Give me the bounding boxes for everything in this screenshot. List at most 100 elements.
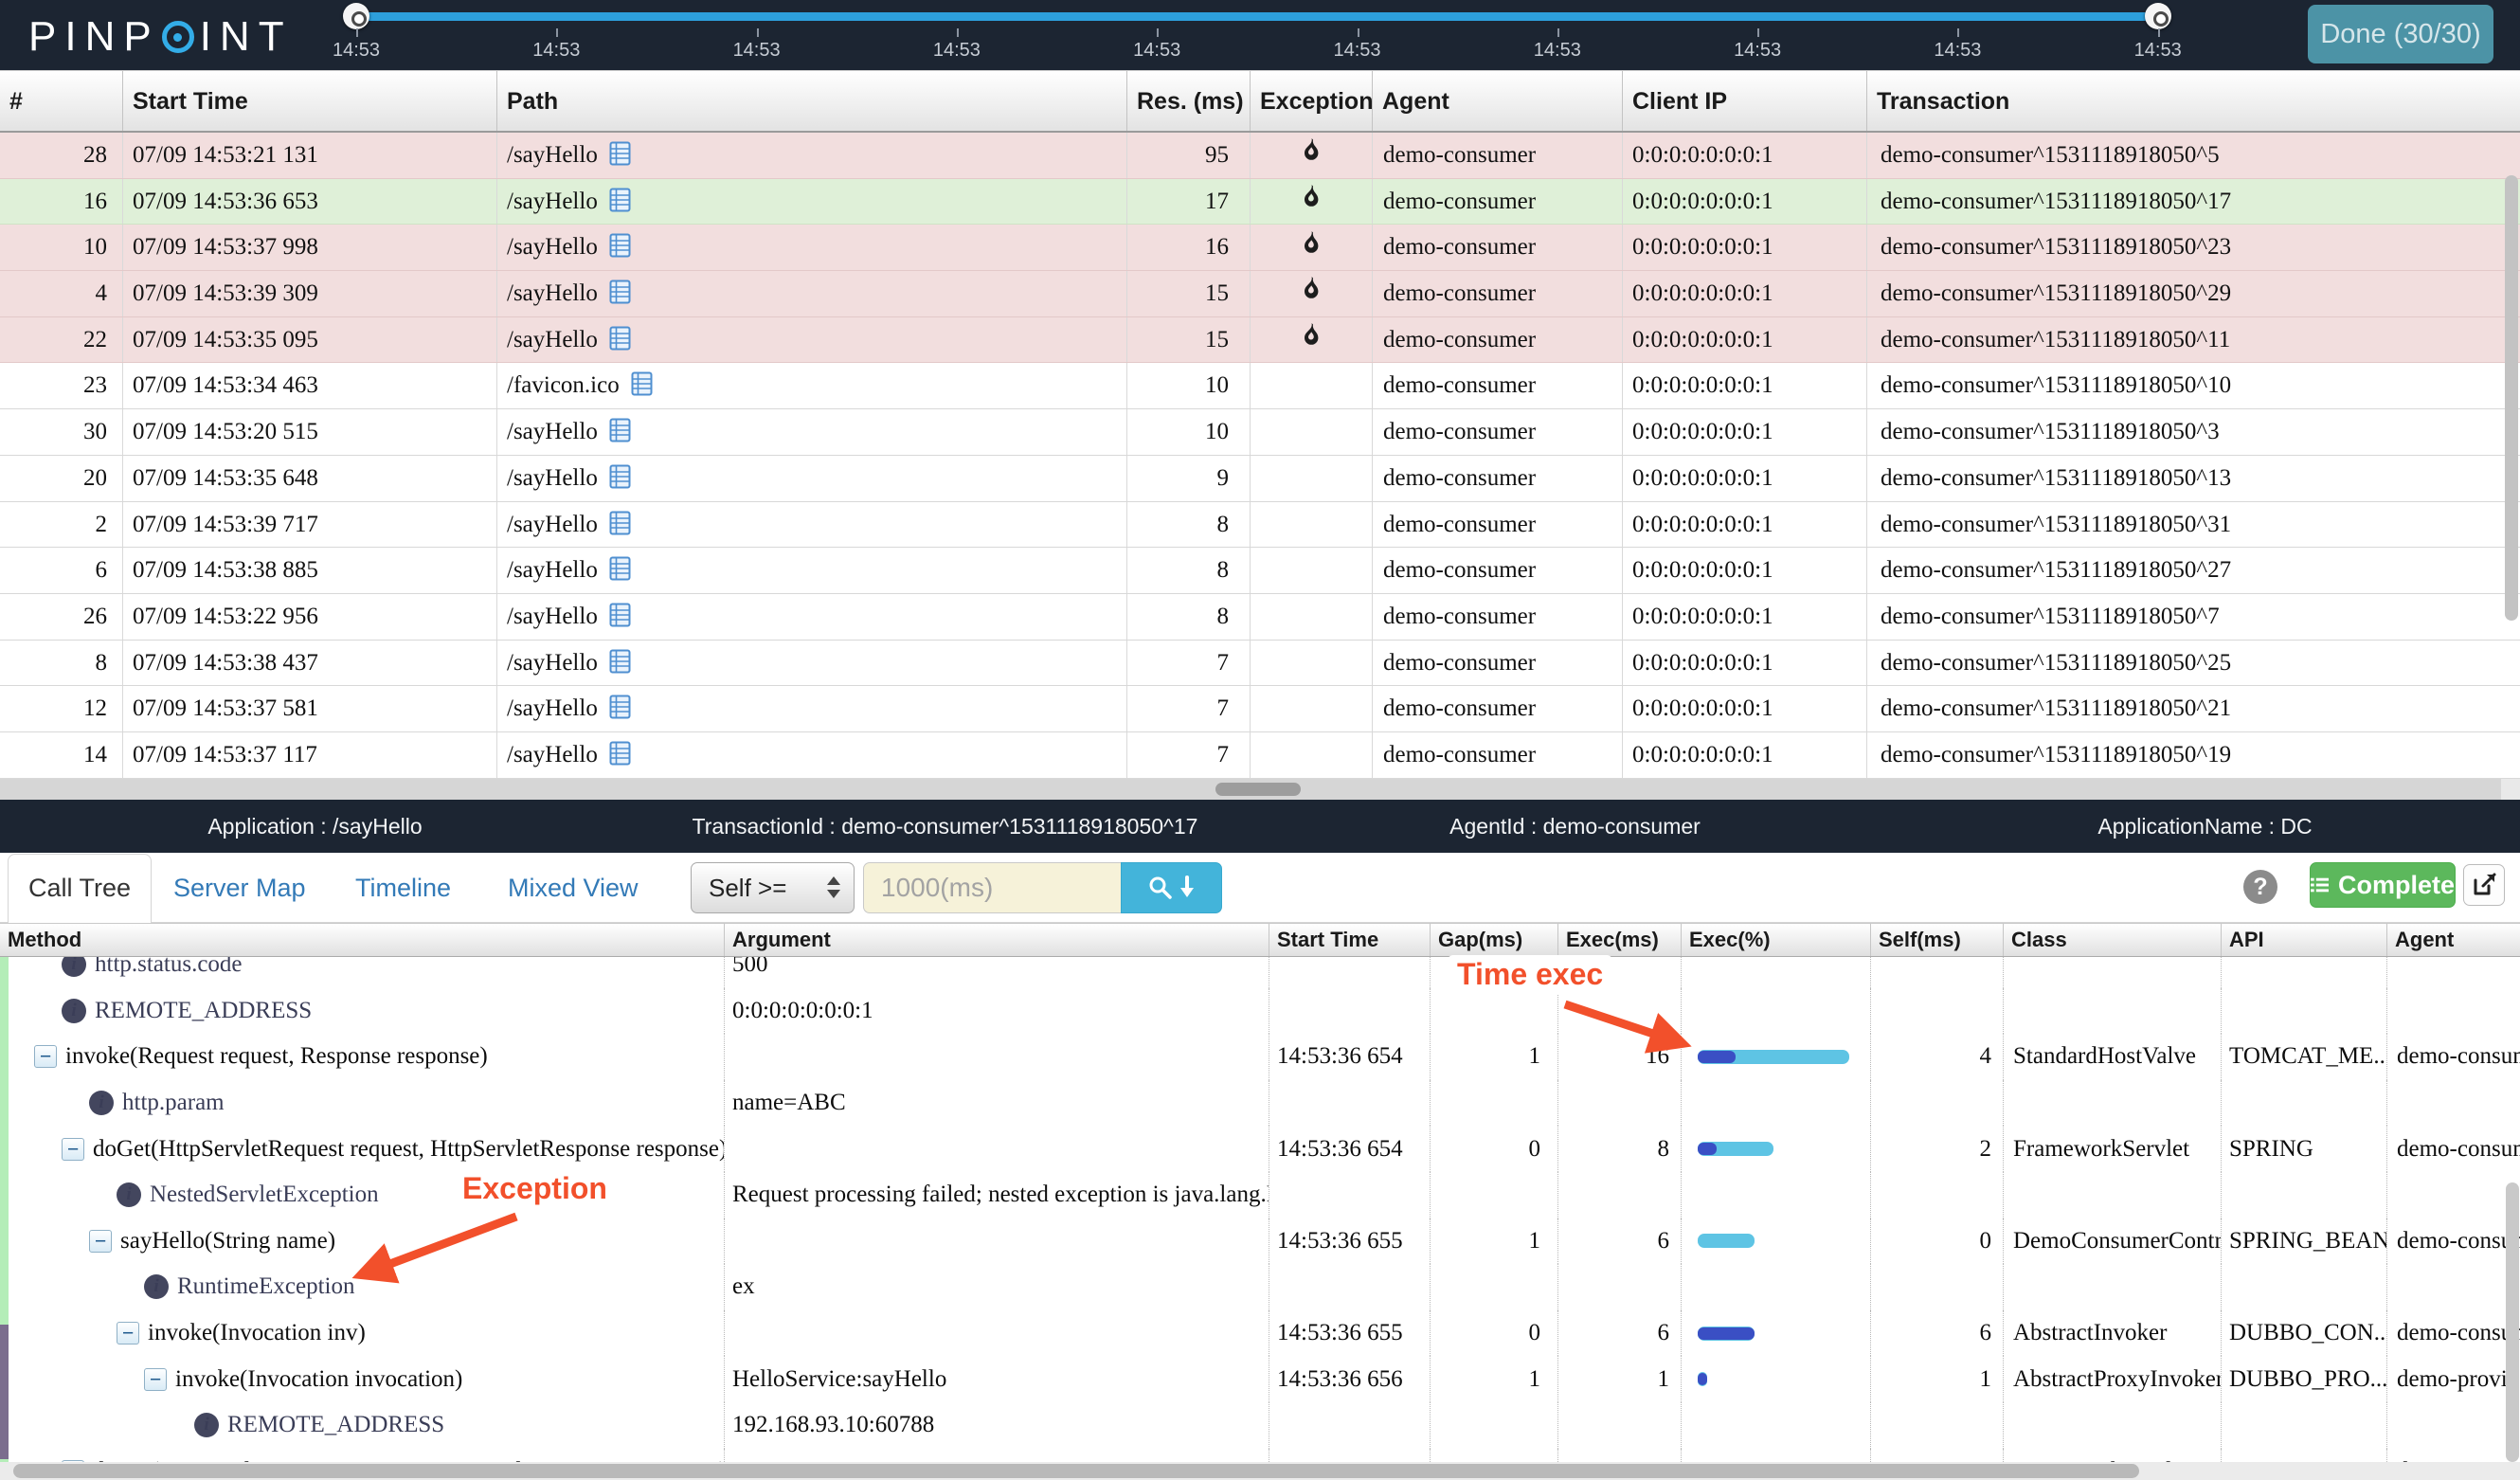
- col-client-ip[interactable]: Client IP: [1623, 71, 1867, 131]
- calltree-row[interactable]: − sayHello(String name) 14:53:36 655 1 6…: [0, 1218, 2520, 1265]
- tab-timeline[interactable]: Timeline: [355, 853, 451, 923]
- calltree-row[interactable]: i RuntimeException ex: [0, 1264, 2520, 1310]
- path-detail-icon[interactable]: [609, 460, 631, 501]
- open-in-new-window-button[interactable]: [2463, 864, 2505, 906]
- transaction-row[interactable]: 10 07/09 14:53:37 998 /sayHello 16 demo-…: [0, 225, 2520, 272]
- collapse-icon[interactable]: −: [117, 1322, 139, 1345]
- cell-argument: Request processing failed; nested except…: [725, 1171, 1269, 1218]
- info-application: Application : /sayHello: [207, 813, 423, 839]
- calltree-row[interactable]: − doGet(HttpServletRequest request, Http…: [0, 1126, 2520, 1172]
- transaction-row[interactable]: 23 07/09 14:53:34 463 /favicon.ico 10 de…: [0, 363, 2520, 410]
- tab-mixed-view[interactable]: Mixed View: [508, 853, 639, 923]
- path-detail-icon[interactable]: [609, 321, 631, 363]
- path-detail-icon[interactable]: [609, 551, 631, 593]
- calltree-row[interactable]: − invoke(Request request, Response respo…: [0, 1034, 2520, 1080]
- col-start-time[interactable]: Start Time: [123, 71, 497, 131]
- path-detail-icon[interactable]: [609, 690, 631, 731]
- transaction-row[interactable]: 8 07/09 14:53:38 437 /sayHello 7 demo-co…: [0, 640, 2520, 687]
- collapse-icon[interactable]: −: [89, 1229, 112, 1253]
- path-detail-icon[interactable]: [609, 413, 631, 455]
- slider-handle-left[interactable]: [343, 3, 369, 29]
- col-argument[interactable]: Argument: [725, 924, 1269, 956]
- transaction-horizontal-scrollbar[interactable]: [0, 779, 2501, 800]
- info-icon: i: [62, 957, 86, 978]
- col-res-ms[interactable]: Res. (ms): [1127, 71, 1251, 131]
- transaction-row[interactable]: 28 07/09 14:53:21 131 /sayHello 95 demo-…: [0, 133, 2520, 179]
- path-detail-icon[interactable]: [609, 275, 631, 316]
- calltree-vertical-scrollbar[interactable]: [2506, 1182, 2519, 1462]
- slider-handle-right[interactable]: [2145, 3, 2171, 29]
- cell-start-time: 07/09 14:53:36 653: [123, 178, 497, 225]
- transaction-row[interactable]: 20 07/09 14:53:35 648 /sayHello 9 demo-c…: [0, 455, 2520, 502]
- calltree-row[interactable]: − invoke(Invocation inv) 14:53:36 655 0 …: [0, 1309, 2520, 1357]
- calltree-row[interactable]: i NestedServletException Request process…: [0, 1171, 2520, 1218]
- calltree-hscroll-thumb[interactable]: [13, 1464, 2139, 1478]
- transaction-row[interactable]: 22 07/09 14:53:35 095 /sayHello 15 demo-…: [0, 316, 2520, 364]
- transaction-row[interactable]: 14 07/09 14:53:37 117 /sayHello 7 demo-c…: [0, 731, 2520, 779]
- cell-argument: 192.168.93.10:60788: [725, 1401, 1269, 1449]
- col-agent[interactable]: Agent: [1373, 71, 1623, 131]
- calltree-horizontal-scrollbar[interactable]: [0, 1462, 2520, 1480]
- transaction-row[interactable]: 6 07/09 14:53:38 885 /sayHello 8 demo-co…: [0, 548, 2520, 594]
- cell-class: FrameworkServlet: [2004, 1126, 2222, 1172]
- collapse-icon[interactable]: −: [144, 1367, 167, 1391]
- path-detail-icon[interactable]: [609, 736, 631, 778]
- help-icon[interactable]: ?: [2243, 870, 2277, 904]
- calltree-row[interactable]: i http.param name=ABC: [0, 1079, 2520, 1127]
- cell-self: 0: [1871, 1218, 2004, 1265]
- transaction-row[interactable]: 2 07/09 14:53:39 717 /sayHello 8 demo-co…: [0, 501, 2520, 549]
- transaction-row[interactable]: 12 07/09 14:53:37 581 /sayHello 7 demo-c…: [0, 686, 2520, 732]
- path-detail-icon[interactable]: [631, 367, 653, 408]
- self-filter-select[interactable]: Self >=: [691, 862, 855, 913]
- collapse-icon[interactable]: −: [34, 1045, 57, 1069]
- time-range-slider-track[interactable]: [356, 12, 2158, 21]
- col-transaction[interactable]: Transaction: [1867, 71, 2520, 131]
- col-method[interactable]: Method: [0, 924, 725, 956]
- col-exec-pct[interactable]: Exec(%): [1682, 924, 1871, 956]
- cell-exec-pct: [1682, 1448, 1871, 1462]
- col-path[interactable]: Path: [497, 71, 1127, 131]
- cell-num: 28: [0, 133, 123, 178]
- path-detail-icon[interactable]: [609, 644, 631, 686]
- path-detail-icon[interactable]: [609, 598, 631, 640]
- transaction-row[interactable]: 4 07/09 14:53:39 309 /sayHello 15 demo-c…: [0, 271, 2520, 317]
- col-num[interactable]: #: [0, 71, 123, 131]
- complete-button[interactable]: Complete: [2310, 862, 2456, 908]
- transaction-row[interactable]: 26 07/09 14:53:22 956 /sayHello 8 demo-c…: [0, 593, 2520, 641]
- col-exec[interactable]: Exec(ms): [1558, 924, 1682, 956]
- filter-ms-input[interactable]: [863, 862, 1121, 913]
- cell-start: [1269, 987, 1431, 1035]
- path-detail-icon[interactable]: [609, 183, 631, 225]
- path-detail-icon[interactable]: [609, 506, 631, 548]
- path-detail-icon[interactable]: [609, 228, 631, 270]
- done-button[interactable]: Done (30/30): [2308, 5, 2493, 63]
- cell-path: /sayHello: [497, 316, 1127, 363]
- filter-search-button[interactable]: [1121, 862, 1222, 913]
- info-application-name: ApplicationName : DC: [2097, 813, 2313, 839]
- col-gap[interactable]: Gap(ms): [1431, 924, 1558, 956]
- calltree-row[interactable]: i http.status.code 500: [0, 957, 2520, 988]
- calltree-row[interactable]: − invoke(Invocation invocation) HelloSer…: [0, 1356, 2520, 1402]
- col-api[interactable]: API: [2222, 924, 2387, 956]
- col-self[interactable]: Self(ms): [1871, 924, 2004, 956]
- cell-gap: [1431, 1264, 1558, 1310]
- tab-server-map[interactable]: Server Map: [173, 853, 306, 923]
- calltree-left-scroll-thumb[interactable]: [0, 1325, 9, 1459]
- transaction-row[interactable]: 16 07/09 14:53:36 653 /sayHello 17 demo-…: [0, 178, 2520, 226]
- col-agent[interactable]: Agent: [2387, 924, 2520, 956]
- transaction-vertical-scrollbar[interactable]: [2505, 175, 2518, 621]
- path-detail-icon[interactable]: [609, 136, 631, 178]
- transaction-row[interactable]: 30 07/09 14:53:20 515 /sayHello 10 demo-…: [0, 409, 2520, 456]
- calltree-row[interactable]: − doGet(HttpServletRequest request, Http…: [0, 1448, 2520, 1462]
- tab-call-tree[interactable]: Call Tree: [8, 854, 152, 923]
- collapse-icon[interactable]: −: [62, 1137, 84, 1161]
- cell-client-ip: 0:0:0:0:0:0:0:1: [1623, 501, 1867, 548]
- calltree-row[interactable]: i REMOTE_ADDRESS 192.168.93.10:60788: [0, 1401, 2520, 1449]
- col-start[interactable]: Start Time: [1269, 924, 1431, 956]
- cell-exception: [1251, 731, 1373, 778]
- col-exception[interactable]: Exception: [1251, 71, 1373, 131]
- calltree-row[interactable]: i REMOTE_ADDRESS 0:0:0:0:0:0:0:1: [0, 987, 2520, 1035]
- transaction-hscroll-thumb[interactable]: [1215, 783, 1301, 796]
- scrollbar-corner: [2501, 779, 2520, 800]
- col-class[interactable]: Class: [2004, 924, 2222, 956]
